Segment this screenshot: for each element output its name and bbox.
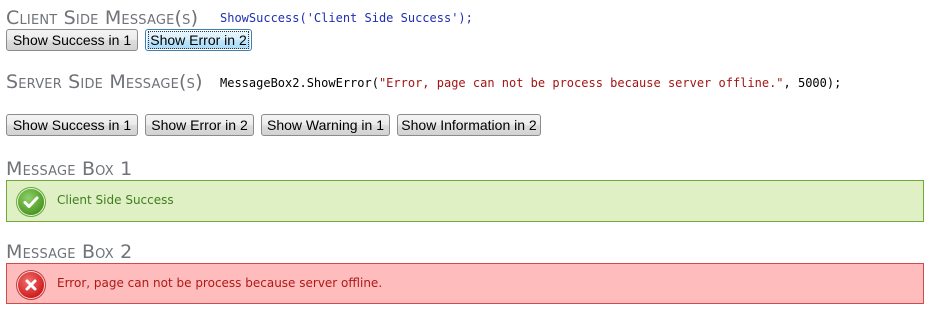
- server-side-code: MessageBox2.ShowError("Error, page can n…: [220, 76, 842, 90]
- message-box-2-text: Error, page can not be process because s…: [57, 276, 383, 290]
- error-x-icon: [18, 272, 44, 298]
- client-show-success-in-1-button[interactable]: Show Success in 1: [6, 29, 138, 51]
- message-box-1-text: Client Side Success: [57, 193, 174, 207]
- server-show-information-in-2-button[interactable]: Show Information in 2: [397, 114, 541, 136]
- server-show-error-in-2-button[interactable]: Show Error in 2: [145, 114, 254, 136]
- server-side-heading: Server Side Message(s): [6, 71, 203, 93]
- message-box-2-heading: Message Box 2: [6, 241, 133, 263]
- client-show-error-in-2-button[interactable]: Show Error in 2: [145, 29, 252, 51]
- message-box-2: Error, page can not be process because s…: [6, 263, 924, 304]
- server-show-success-in-1-button[interactable]: Show Success in 1: [6, 114, 138, 136]
- client-side-code: ShowSuccess('Client Side Success');: [220, 12, 473, 24]
- client-side-heading: Client Side Message(s): [6, 7, 199, 29]
- check-icon: [18, 189, 44, 215]
- message-box-1: Client Side Success: [6, 180, 924, 222]
- server-show-warning-in-1-button[interactable]: Show Warning in 1: [261, 114, 390, 136]
- client-code-text: ShowSuccess('Client Side Success');: [220, 11, 473, 25]
- message-box-1-heading: Message Box 1: [6, 158, 133, 180]
